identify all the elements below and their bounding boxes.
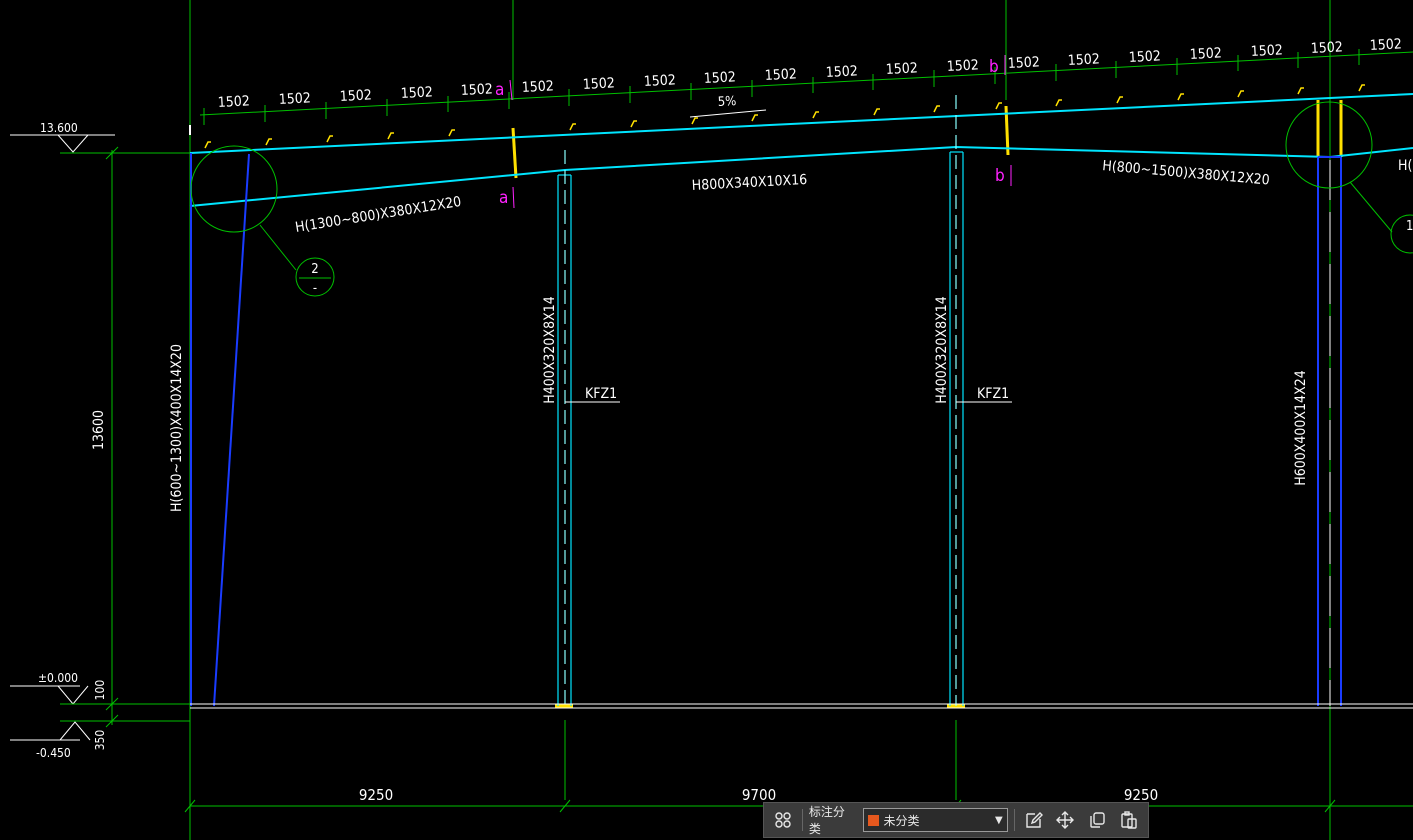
toolbar-divider <box>1013 809 1015 831</box>
purlin-dim-text: 1502 <box>1250 42 1283 60</box>
vertical-dim-small-2: 350 <box>93 730 107 751</box>
slope-label: 5% <box>717 94 736 110</box>
purlin-dimension-chain <box>199 49 1413 125</box>
beam-right-partial-label: H( <box>1398 158 1412 174</box>
purlin-dim-text: 1502 <box>1310 39 1343 57</box>
purlin-dim-text: 1502 <box>885 60 918 78</box>
annotation-category-label: 标注分类 <box>808 805 845 836</box>
section-a-bottom: a <box>499 188 508 208</box>
purlin-dim-text: 1502 <box>825 63 858 81</box>
purlin-dim-text: 1502 <box>460 81 493 99</box>
annotation-category-select[interactable]: 未分类 ▼ <box>862 808 1008 832</box>
purlin-dim-text: 1502 <box>400 84 433 102</box>
kfz-column-2 <box>949 95 964 706</box>
detail-1-num: 1 <box>1406 219 1413 234</box>
member-labels: H(1300~800)X380X12X20 H800X340X10X16 H(8… <box>169 158 1412 512</box>
vertical-dim-total: 13600 <box>91 410 107 450</box>
kfz-column-1 <box>557 150 572 706</box>
move-icon[interactable] <box>1052 807 1078 833</box>
detail-callout-texts: 2 - 1 <box>311 219 1413 296</box>
left-column <box>190 153 250 707</box>
kfz-label-2: KFZ1 <box>977 386 1009 402</box>
elevation-bottom-text: -0.450 <box>36 746 71 760</box>
purlin-dim-text: 1502 <box>643 72 676 90</box>
copy-icon[interactable] <box>1084 807 1110 833</box>
beam-left-label: H(1300~800)X380X12X20 <box>294 194 462 236</box>
purlin-dim-text: 1502 <box>1128 48 1161 66</box>
purlin-dim-text: 1502 <box>1189 45 1222 63</box>
bay-dim-1: 9250 <box>359 786 393 804</box>
chevron-down-icon: ▼ <box>994 814 1003 826</box>
category-select-value: 未分类 <box>883 813 920 828</box>
section-a-top: a <box>495 80 504 100</box>
purlin-dim-text: 1502 <box>521 78 554 96</box>
vertical-dim-small-1: 100 <box>93 680 107 701</box>
purlin-dim-text: 1502 <box>582 75 615 93</box>
purlin-dim-text: 1502 <box>946 57 979 75</box>
cad-drawing-canvas[interactable]: 1502 1502 1502 1502 1502 1502 1502 1502 … <box>0 0 1413 840</box>
grid-icon[interactable] <box>770 807 796 833</box>
purlin-dim-text: 1502 <box>339 87 372 105</box>
paste-icon[interactable] <box>1116 807 1142 833</box>
purlin-dimension-texts: 1502 1502 1502 1502 1502 1502 1502 1502 … <box>217 36 1402 111</box>
detail-2-num: 2 <box>311 262 318 277</box>
elevation-zero-text: ±0.000 <box>38 671 78 685</box>
section-b-top: b <box>989 57 999 77</box>
purlin-dim-text: 1502 <box>278 90 311 108</box>
col-kfz2-label: H400X320X8X14 <box>934 296 950 403</box>
elevation-texts: 13.600 ±0.000 -0.450 <box>36 121 78 760</box>
purlin-dim-text: 1502 <box>1067 51 1100 69</box>
col-left-label: H(600~1300)X400X14X20 <box>169 344 185 512</box>
section-b-bottom: b <box>995 166 1005 186</box>
slope-marker: 5% <box>689 94 767 118</box>
toolbar-divider <box>801 809 803 831</box>
ground-line <box>190 703 1413 709</box>
vertical-dim-texts: 13600 100 350 <box>91 410 107 750</box>
detail-callout-1 <box>1285 101 1413 254</box>
purlin-dim-text: 1502 <box>1007 54 1040 72</box>
category-color-swatch <box>867 814 879 826</box>
col-right-label: H600X400X14X24 <box>1293 370 1309 485</box>
purlin-dim-text: 1502 <box>703 69 736 87</box>
col-kfz1-label: H400X320X8X14 <box>542 296 558 403</box>
purlin-dim-text: 1502 <box>1369 36 1402 54</box>
grid-axes <box>189 0 1413 840</box>
beam-mid-label: H800X340X10X16 <box>691 172 807 194</box>
edit-icon[interactable] <box>1021 807 1047 833</box>
vertical-dimension <box>105 146 119 728</box>
kfz-label-1: KFZ1 <box>585 386 617 402</box>
beam-right-label: H(800~1500)X380X12X20 <box>1102 158 1271 189</box>
roof-beam <box>189 93 1413 207</box>
detail-2-sub: - <box>313 281 317 296</box>
elevation-top-text: 13.600 <box>40 121 78 135</box>
annotation-toolbar: 标注分类 未分类 ▼ <box>763 802 1149 838</box>
purlin-dim-text: 1502 <box>217 93 250 111</box>
purlin-dim-text: 1502 <box>764 66 797 84</box>
